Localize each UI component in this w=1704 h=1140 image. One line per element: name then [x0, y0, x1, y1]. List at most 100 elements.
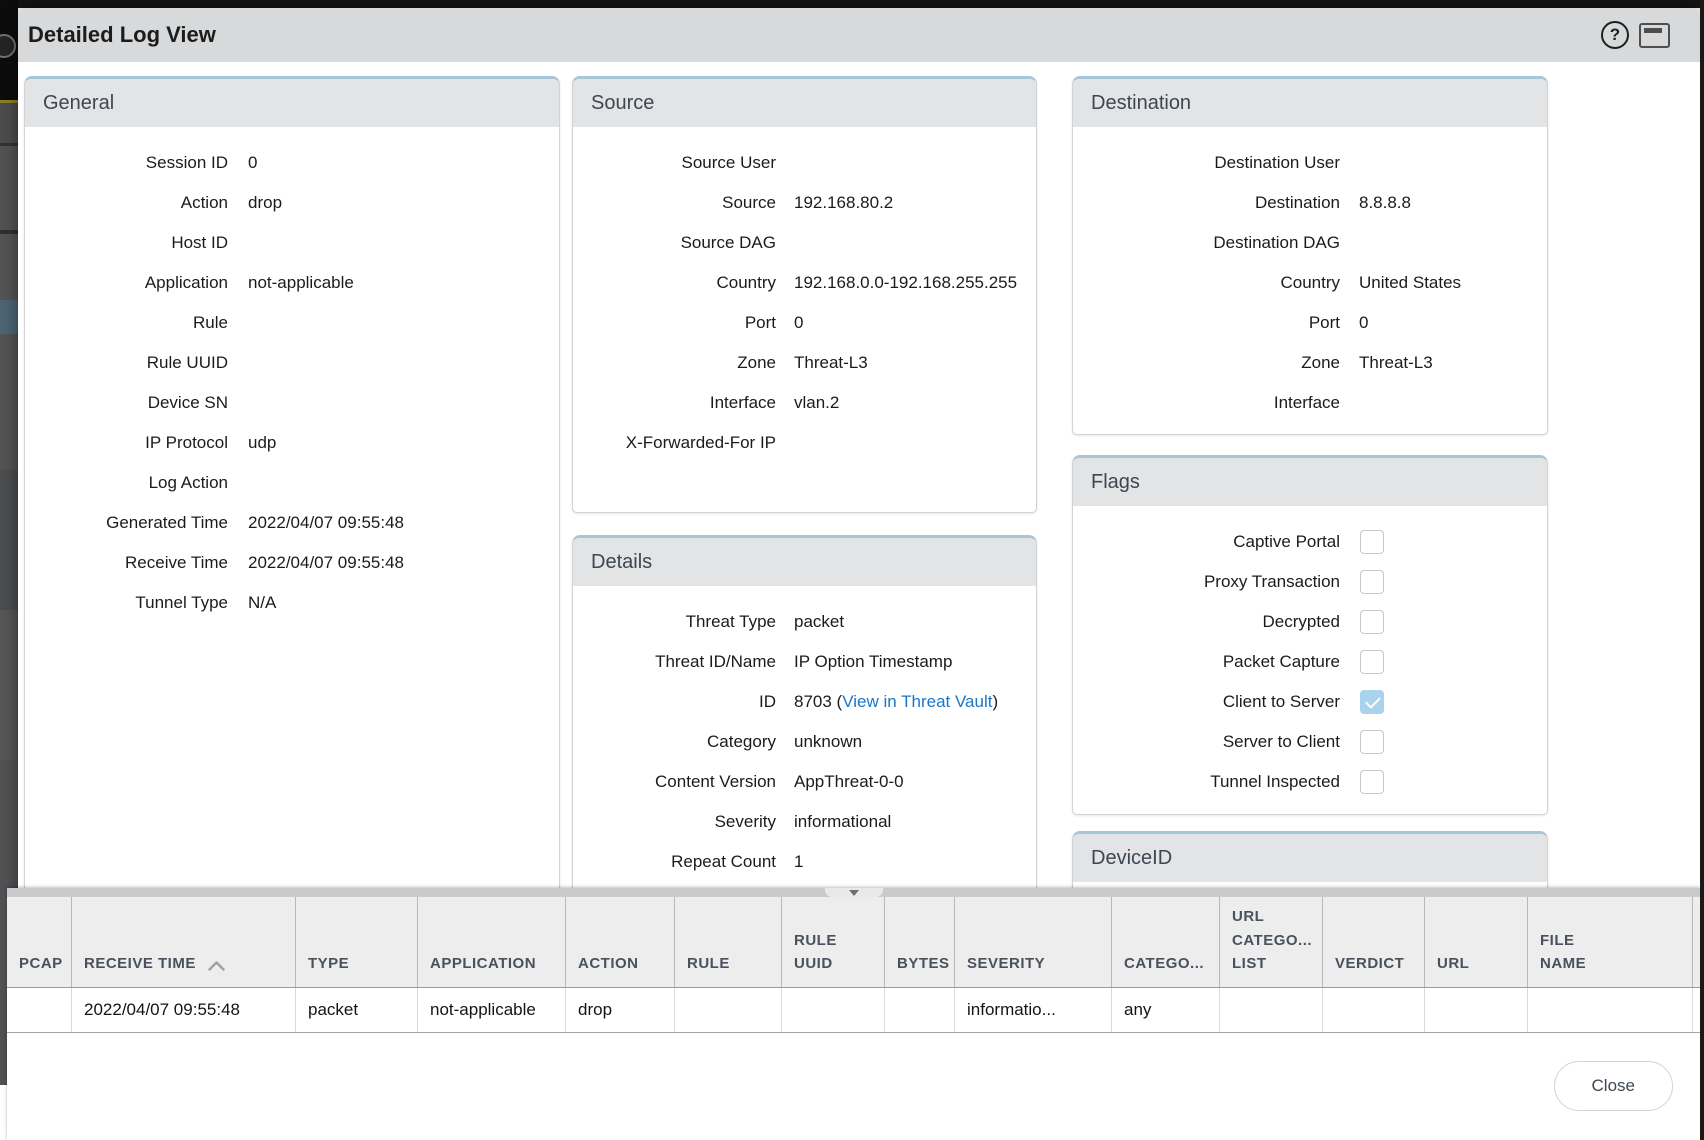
log-table-sheet: PCAP RECEIVE TIME TYPE APPLICATION ACTIO… [7, 888, 1700, 1140]
field-destination-dag: Destination DAG [1073, 223, 1547, 263]
field-application: Applicationnot-applicable [25, 263, 559, 303]
column-header-type[interactable]: TYPE [296, 897, 418, 987]
field-destination-zone: ZoneThreat-L3 [1073, 343, 1547, 383]
flag-tunnel-inspected: Tunnel Inspected [1073, 762, 1547, 802]
flag-proxy-transaction: Proxy Transaction [1073, 562, 1547, 602]
flag-packet-capture: Packet Capture [1073, 642, 1547, 682]
field-source: Source192.168.80.2 [573, 183, 1036, 223]
cell-category: any [1112, 988, 1220, 1032]
flag-checkbox-4[interactable] [1360, 690, 1384, 714]
column-header-url[interactable]: URL [1425, 897, 1528, 987]
column-header-rule[interactable]: RULE [675, 897, 782, 987]
field-destination-interface: Interface [1073, 383, 1547, 423]
cell-verdict [1323, 988, 1425, 1032]
table-header-row: PCAP RECEIVE TIME TYPE APPLICATION ACTIO… [7, 897, 1700, 988]
flag-checkbox-2[interactable] [1360, 610, 1384, 634]
destination-panel-title: Destination [1073, 79, 1547, 127]
cell-bytes [885, 988, 955, 1032]
field-session-id: Session ID0 [25, 143, 559, 183]
field-x-forwarded-for-ip: X-Forwarded-For IP [573, 423, 1036, 463]
sort-ascending-icon [208, 961, 225, 971]
dialog-title: Detailed Log View [28, 22, 1601, 48]
dialog-header: Detailed Log View ? [18, 8, 1700, 62]
destination-panel: Destination Destination User Destination… [1072, 76, 1548, 435]
field-log-action: Log Action [25, 463, 559, 503]
field-tunnel-type: Tunnel TypeN/A [25, 583, 559, 623]
field-content-version: Content VersionAppThreat-0-0 [573, 762, 1036, 802]
field-category: Categoryunknown [573, 722, 1036, 762]
field-device-sn: Device SN [25, 383, 559, 423]
field-destination-user: Destination User [1073, 143, 1547, 183]
flag-checkbox-6[interactable] [1360, 770, 1384, 794]
details-panel-title: Details [573, 538, 1036, 586]
flag-captive-portal: Captive Portal [1073, 522, 1547, 562]
field-generated-time: Generated Time2022/04/07 09:55:48 [25, 503, 559, 543]
cell-file-name [1528, 988, 1693, 1032]
field-action: Actiondrop [25, 183, 559, 223]
cell-url [1425, 988, 1528, 1032]
column-header-severity[interactable]: SEVERITY [955, 897, 1112, 987]
field-source-port: Port0 [573, 303, 1036, 343]
flag-checkbox-3[interactable] [1360, 650, 1384, 674]
horizontal-splitter [7, 888, 1700, 897]
underlying-page-top-edge [0, 0, 1704, 8]
field-source-zone: ZoneThreat-L3 [573, 343, 1036, 383]
field-ip-protocol: IP Protocoludp [25, 423, 559, 463]
help-icon[interactable]: ? [1601, 21, 1629, 49]
source-panel-title: Source [573, 79, 1036, 127]
cell-severity: informatio... [955, 988, 1112, 1032]
column-header-url-category-list[interactable]: URL CATEGO... LIST [1220, 897, 1323, 987]
field-destination-country: CountryUnited States [1073, 263, 1547, 303]
flags-panel: Flags Captive Portal Proxy Transaction D… [1072, 455, 1548, 815]
field-destination: Destination8.8.8.8 [1073, 183, 1547, 223]
flag-server-to-client: Server to Client [1073, 722, 1547, 762]
splitter-drag-handle[interactable] [825, 888, 883, 897]
column-header-pcap[interactable]: PCAP [7, 897, 72, 987]
cell-receive-time: 2022/04/07 09:55:48 [72, 988, 296, 1032]
cell-rule [675, 988, 782, 1032]
underlying-page-right-edge [1700, 0, 1704, 1140]
window-panel-icon[interactable] [1639, 23, 1670, 48]
column-header-bytes[interactable]: BYTES [885, 897, 955, 987]
cell-application: not-applicable [418, 988, 566, 1032]
field-host-id: Host ID [25, 223, 559, 263]
log-table-row[interactable]: 2022/04/07 09:55:48 packet not-applicabl… [7, 988, 1700, 1033]
deviceid-panel-title: DeviceID [1073, 834, 1547, 882]
close-button[interactable]: Close [1554, 1061, 1673, 1111]
field-threat-id-name: Threat ID/NameIP Option Timestamp [573, 642, 1036, 682]
view-in-threat-vault-link[interactable]: View in Threat Vault [842, 692, 992, 711]
field-rule-uuid: Rule UUID [25, 343, 559, 383]
cell-pcap [7, 988, 72, 1032]
cell-action: drop [566, 988, 675, 1032]
column-header-rule-uuid[interactable]: RULE UUID [782, 897, 885, 987]
field-threat-type: Threat Typepacket [573, 602, 1036, 642]
column-header-verdict[interactable]: VERDICT [1323, 897, 1425, 987]
column-header-file-name[interactable]: FILE NAME [1528, 897, 1693, 987]
dialog-footer: Close [7, 1033, 1700, 1111]
field-severity: Severityinformational [573, 802, 1036, 842]
general-panel-title: General [25, 79, 559, 127]
field-source-interface: Interfacevlan.2 [573, 383, 1036, 423]
flag-client-to-server: Client to Server [1073, 682, 1547, 722]
field-repeat-count: Repeat Count1 [573, 842, 1036, 882]
field-source-dag: Source DAG [573, 223, 1036, 263]
column-header-application[interactable]: APPLICATION [418, 897, 566, 987]
column-header-receive-time[interactable]: RECEIVE TIME [72, 897, 296, 987]
field-destination-port: Port0 [1073, 303, 1547, 343]
field-source-country: Country192.168.0.0-192.168.255.255 [573, 263, 1036, 303]
flag-decrypted: Decrypted [1073, 602, 1547, 642]
flag-checkbox-0[interactable] [1360, 530, 1384, 554]
cell-type: packet [296, 988, 418, 1032]
flags-panel-title: Flags [1073, 458, 1547, 506]
column-header-action[interactable]: ACTION [566, 897, 675, 987]
field-source-user: Source User [573, 143, 1036, 183]
field-threat-id: ID8703 (View in Threat Vault) [573, 682, 1036, 722]
field-rule: Rule [25, 303, 559, 343]
source-panel: Source Source User Source192.168.80.2 So… [572, 76, 1037, 513]
flag-checkbox-1[interactable] [1360, 570, 1384, 594]
field-receive-time: Receive Time2022/04/07 09:55:48 [25, 543, 559, 583]
column-header-category[interactable]: CATEGO... [1112, 897, 1220, 987]
flag-checkbox-5[interactable] [1360, 730, 1384, 754]
cell-rule-uuid [782, 988, 885, 1032]
cell-url-category-list [1220, 988, 1323, 1032]
